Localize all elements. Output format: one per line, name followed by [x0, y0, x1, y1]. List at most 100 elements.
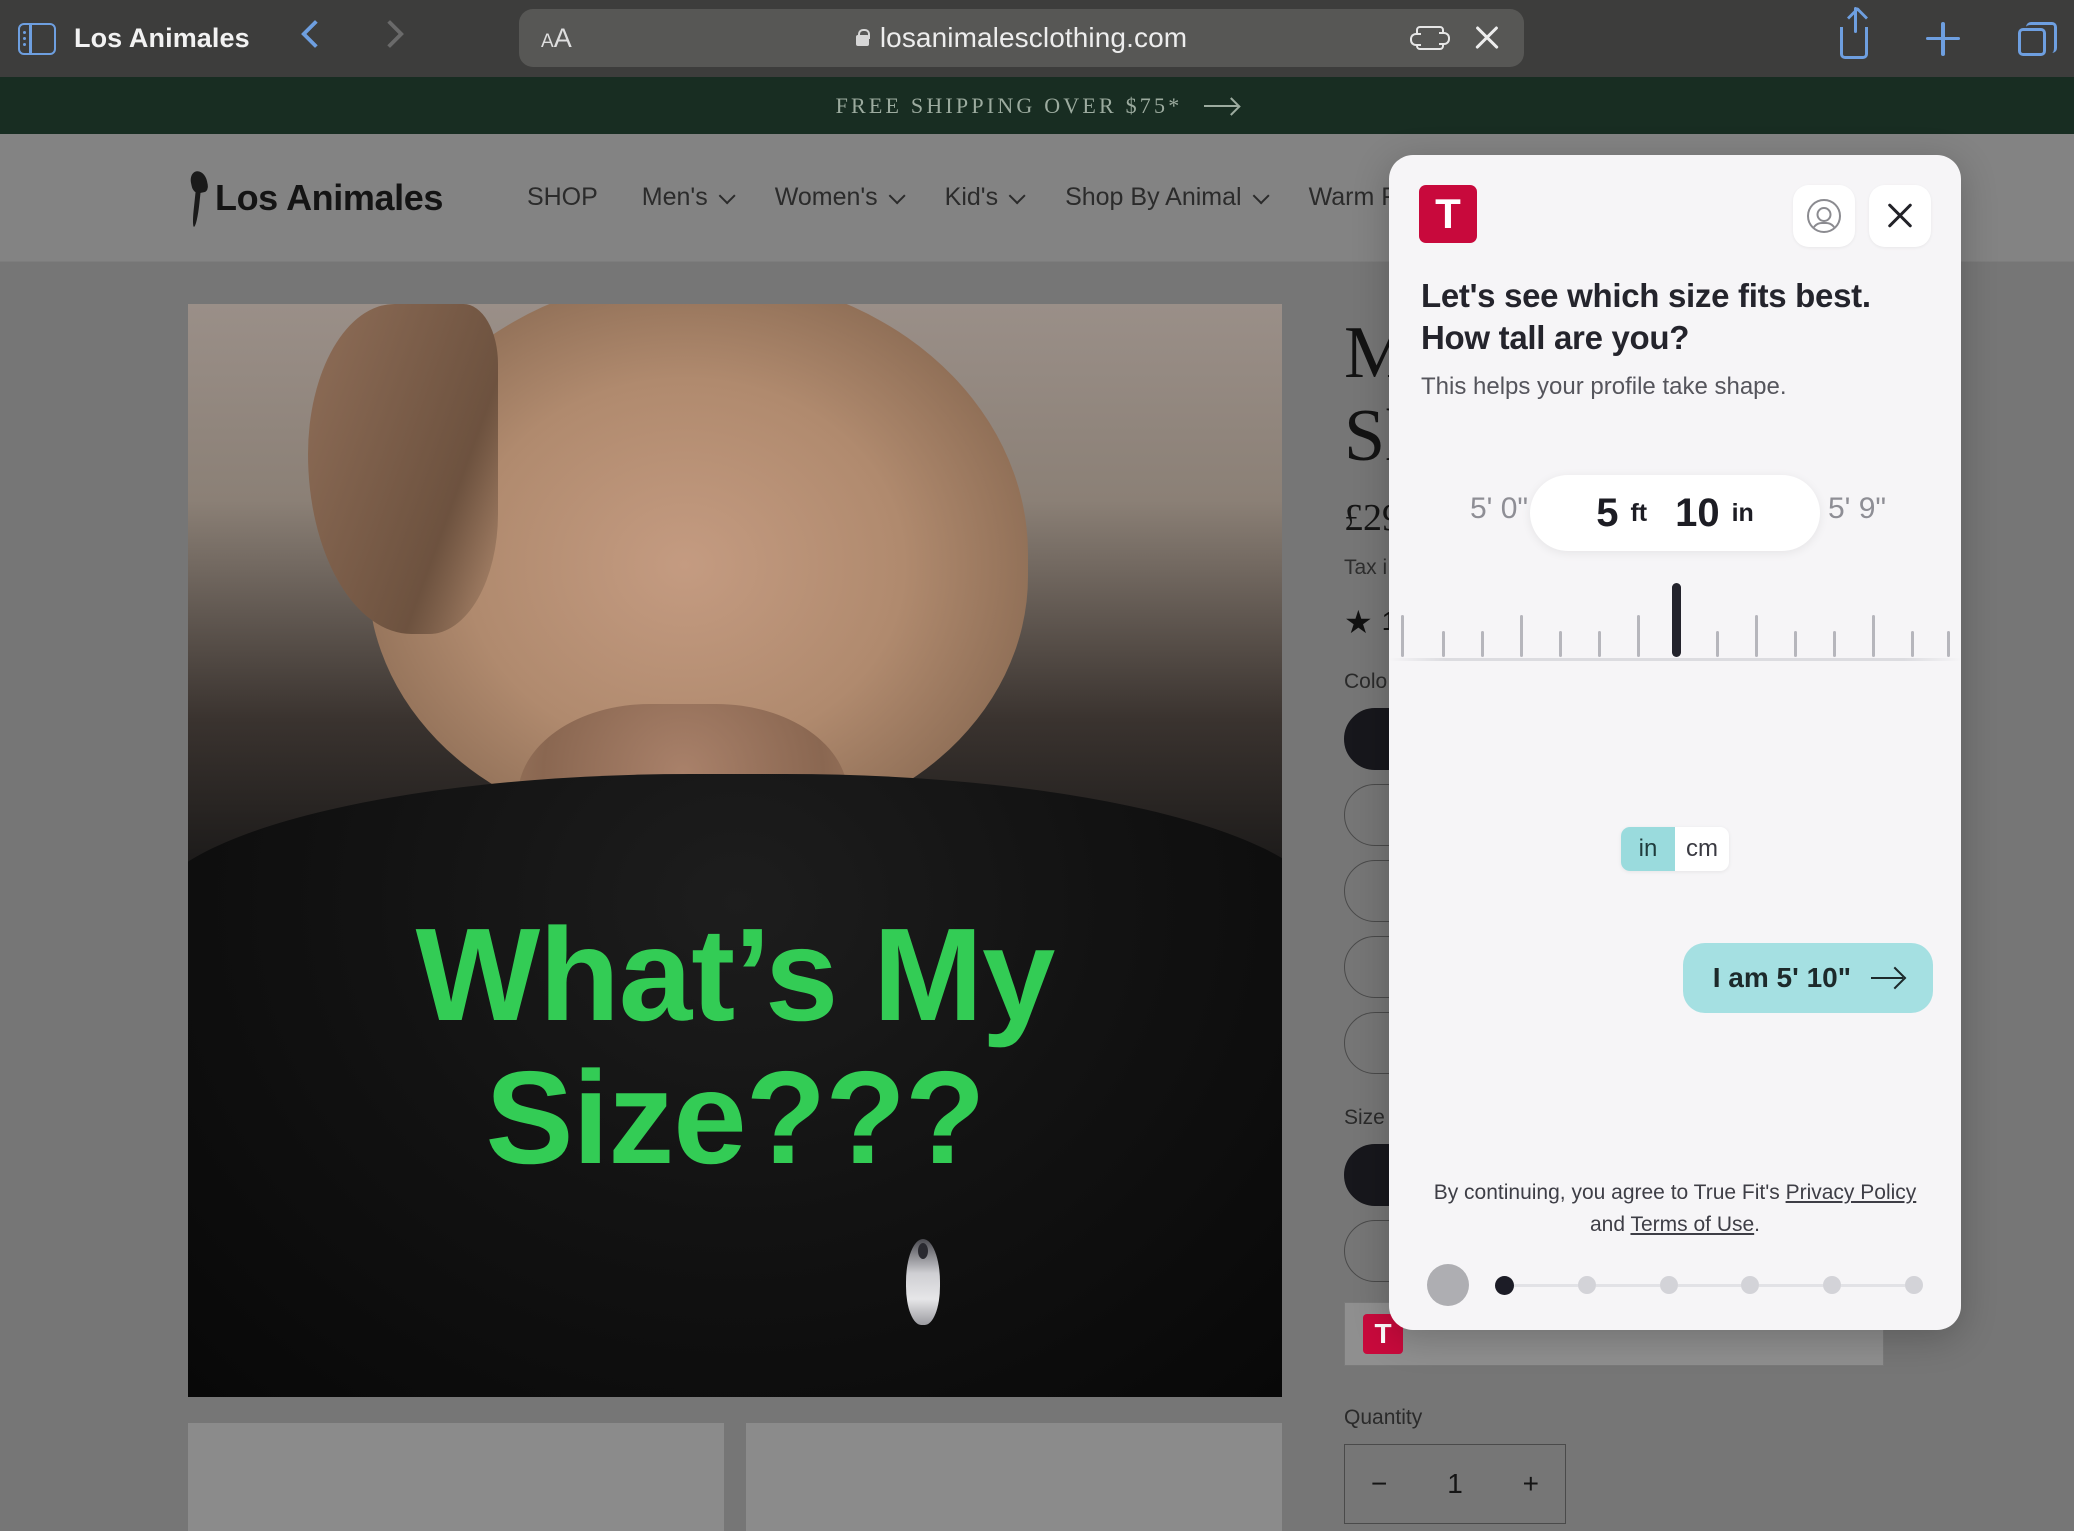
puzzle-piece-icon[interactable]	[1410, 26, 1450, 50]
text-size-small-label: A	[541, 30, 554, 52]
chevron-down-icon	[718, 186, 736, 204]
nav-item-womens[interactable]: Women's	[753, 183, 923, 212]
close-icon	[1884, 200, 1916, 232]
text-size-button[interactable]: AA	[541, 23, 572, 54]
legal-suffix: .	[1754, 1212, 1761, 1236]
modal-title: Let's see which size fits best. How tall…	[1421, 277, 1871, 356]
tab-overview-icon[interactable]	[2018, 21, 2057, 56]
person-icon	[1807, 199, 1841, 233]
height-value-display[interactable]: 5 ft 10 in	[1530, 475, 1820, 551]
ruler-baseline	[1389, 658, 1961, 661]
ruler-cursor[interactable]	[1672, 583, 1681, 657]
ruler-label: 4' 9"	[1389, 492, 1390, 526]
avatar[interactable]	[1427, 1264, 1469, 1306]
step-connector	[1514, 1283, 1578, 1287]
nav-item-shop[interactable]: SHOP	[505, 183, 620, 212]
height-picker[interactable]: 4' 9" 5' 0" 5' 3" 5' 6" 5' 9" 6' 0" 5 ft…	[1389, 475, 1961, 705]
bird-logo-icon	[185, 167, 211, 229]
thumbnail-strip	[188, 1423, 1282, 1531]
overlay-text-line2: Size???	[485, 1043, 985, 1191]
step-connector	[1677, 1283, 1742, 1287]
unit-option-in[interactable]: in	[1621, 827, 1675, 871]
overlay-text-line1: What’s My	[415, 901, 1056, 1048]
step-connector	[1759, 1283, 1824, 1287]
share-icon[interactable]	[1840, 6, 1868, 59]
answer-text: I am 5' 10"	[1712, 962, 1851, 993]
arrow-right-icon	[1204, 104, 1239, 107]
answer-row: I am 5' 10"	[1682, 943, 1933, 1013]
thumbnail-black-tshirt[interactable]	[188, 1423, 724, 1531]
unit-option-cm[interactable]: cm	[1675, 827, 1729, 871]
lock-icon	[855, 28, 871, 46]
thumbnail-navy-tshirt[interactable]	[746, 1423, 1282, 1531]
quantity-stepper[interactable]: − 1 +	[1344, 1443, 1566, 1524]
url-text: losanimalesclothing.com	[879, 22, 1188, 53]
nav-item-shop-by-animal[interactable]: Shop By Animal	[1043, 183, 1287, 212]
nav-label: Kid's	[944, 183, 999, 211]
model-arm	[308, 304, 498, 634]
height-feet-unit: ft	[1630, 498, 1648, 527]
address-bar[interactable]: AA losanimalesclothing.com	[519, 9, 1524, 67]
quantity-decrement-button[interactable]: −	[1371, 1468, 1387, 1500]
chevron-down-icon	[888, 186, 906, 204]
site-logo[interactable]: Los Animales	[185, 167, 443, 229]
height-feet-value: 5	[1596, 491, 1619, 535]
address-bar-actions	[1410, 23, 1502, 53]
nav-item-kids[interactable]: Kid's	[923, 183, 1043, 212]
terms-of-use-link[interactable]: Terms of Use	[1630, 1213, 1754, 1236]
privacy-policy-link[interactable]: Privacy Policy	[1786, 1181, 1917, 1204]
free-shipping-banner[interactable]: FREE SHIPPING OVER $75*	[0, 77, 2074, 134]
quantity-increment-button[interactable]: +	[1523, 1468, 1539, 1500]
browser-tab-title: Los Animales	[74, 23, 250, 53]
step-dot-4[interactable]	[1741, 1276, 1760, 1294]
close-modal-button[interactable]	[1869, 185, 1931, 247]
legal-prefix: By continuing, you agree to True Fit's	[1433, 1181, 1786, 1204]
quantity-value: 1	[1447, 1467, 1463, 1499]
nav-label: Shop By Animal	[1065, 183, 1242, 211]
chevron-left-icon[interactable]	[292, 14, 338, 64]
chevron-right-icon[interactable]	[370, 14, 416, 64]
chevron-down-icon	[1008, 186, 1026, 204]
penguin-graphic	[906, 1239, 940, 1325]
quantity-label: Quantity	[1344, 1405, 1423, 1429]
truefit-size-modal: T Let's see which size fits best. How ta…	[1389, 155, 1961, 1330]
height-ruler-slider[interactable]	[1389, 581, 1961, 661]
height-inches-unit: in	[1731, 498, 1754, 527]
nav-label: SHOP	[526, 183, 598, 211]
legal-text: By continuing, you agree to True Fit's P…	[1427, 1177, 1923, 1240]
overlay-text: What’s My Size???	[188, 901, 1282, 1191]
step-dot-2[interactable]	[1577, 1276, 1596, 1294]
modal-header-actions	[1793, 185, 1931, 247]
step-dot-5[interactable]	[1823, 1276, 1842, 1294]
answer-bubble[interactable]: I am 5' 10"	[1682, 943, 1933, 1013]
browser-toolbar: Los Animales AA losanimalesclothing.com	[0, 0, 2074, 77]
modal-footer: By continuing, you agree to True Fit's P…	[1389, 1177, 1961, 1330]
plus-icon[interactable]	[1926, 21, 1960, 56]
text-size-large-label: A	[553, 22, 572, 53]
nav-item-mens[interactable]: Men's	[620, 183, 753, 212]
modal-subtitle: This helps your profile take shape.	[1421, 372, 1787, 400]
address-bar-content: losanimalesclothing.com	[519, 22, 1524, 54]
browser-right-controls	[1840, 6, 2057, 59]
progress-indicator	[1427, 1264, 1923, 1306]
product-hero-image[interactable]: What’s My Size???	[188, 304, 1282, 1397]
modal-header: T	[1389, 155, 1961, 247]
browser-left-controls: Los Animales	[0, 14, 416, 64]
chevron-down-icon	[1252, 186, 1270, 204]
ruler-label: 5' 9"	[1827, 492, 1887, 525]
close-icon[interactable]	[1472, 23, 1502, 53]
account-button[interactable]	[1793, 185, 1855, 247]
nav-label: Men's	[641, 183, 708, 211]
step-dot-1[interactable]	[1495, 1275, 1514, 1295]
unit-toggle[interactable]: in cm	[1621, 827, 1729, 871]
arrow-right-icon	[1871, 976, 1903, 980]
ruler-label: 5' 0"	[1469, 492, 1529, 525]
step-dot-6[interactable]	[1904, 1276, 1923, 1294]
step-connector	[1841, 1283, 1905, 1287]
sidebar-icon[interactable]	[18, 22, 56, 55]
brand-name: Los Animales	[215, 176, 443, 218]
product-gallery: What’s My Size???	[188, 304, 1282, 1531]
star-icon: ★	[1344, 603, 1373, 640]
truefit-logo-icon: T	[1419, 185, 1477, 243]
step-dot-3[interactable]	[1659, 1276, 1678, 1294]
